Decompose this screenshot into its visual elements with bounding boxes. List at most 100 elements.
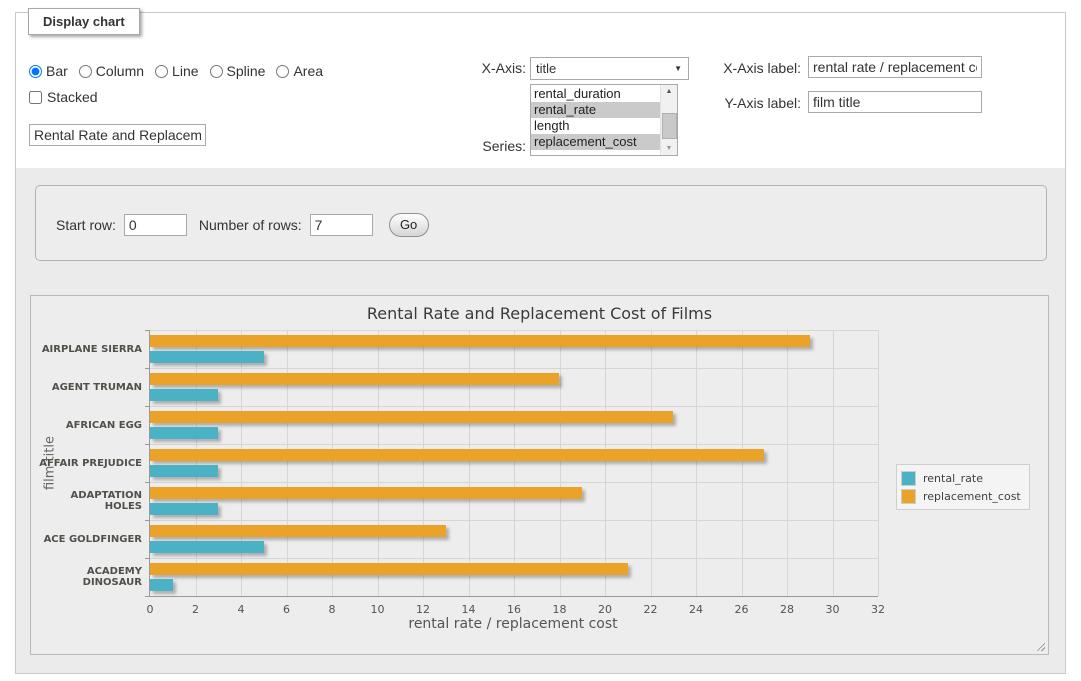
x-tick-label: 30 — [826, 603, 840, 616]
category-row: AFRICAN EGG — [150, 406, 878, 444]
x-tick-label: 4 — [238, 603, 245, 616]
series-multiselect[interactable]: rental_durationrental_ratelengthreplacem… — [530, 84, 678, 156]
series-option-rental_rate[interactable]: rental_rate — [531, 102, 661, 118]
x-tick-label: 16 — [507, 603, 521, 616]
x-axis-label-field-label: X-Axis label: — [676, 60, 801, 76]
category-label: AFFAIR PREJUDICE — [34, 444, 142, 482]
bar-rental_rate — [150, 351, 264, 363]
category-row: AGENT TRUMAN — [150, 368, 878, 406]
legend-label: rental_rate — [923, 472, 983, 485]
number-of-rows-input[interactable] — [310, 214, 373, 236]
bar-rental_rate — [150, 579, 173, 591]
x-tick-label: 20 — [598, 603, 612, 616]
x-tick-label: 22 — [644, 603, 658, 616]
legend-item: replacement_cost — [901, 487, 1021, 505]
row-range-panel: Start row: Number of rows: Go — [35, 185, 1047, 261]
category-label: AFRICAN EGG — [34, 406, 142, 444]
chart-legend: rental_rate replacement_cost — [896, 464, 1030, 510]
radio-label: Area — [293, 63, 323, 79]
radio-area[interactable] — [276, 65, 289, 78]
radio-column[interactable] — [79, 65, 92, 78]
number-of-rows-label: Number of rows: — [199, 217, 302, 233]
bar-replacement_cost — [150, 373, 559, 385]
chart-title-input[interactable] — [29, 124, 206, 146]
chart-type-option-bar[interactable]: Bar — [29, 63, 68, 79]
radio-bar[interactable] — [29, 65, 42, 78]
y-axis-label-input[interactable] — [808, 91, 982, 113]
x-tick-label: 10 — [371, 603, 385, 616]
scroll-up-icon[interactable]: ▲ — [661, 85, 677, 98]
radio-spline[interactable] — [210, 65, 223, 78]
x-tick-label: 24 — [689, 603, 703, 616]
category-row: AFFAIR PREJUDICE — [150, 444, 878, 482]
stacked-label: Stacked — [47, 89, 98, 105]
bar-replacement_cost — [150, 335, 810, 347]
category-row: ACE GOLDFINGER — [150, 520, 878, 558]
resize-handle-icon[interactable] — [1034, 640, 1045, 651]
chart-container: Rental Rate and Replacement Cost of Film… — [30, 295, 1049, 655]
category-row: ADAPTATION HOLES — [150, 482, 878, 520]
category-label: AIRPLANE SIERRA — [34, 330, 142, 368]
display-chart-fieldset: Display chart BarColumnLineSplineArea St… — [15, 12, 1066, 674]
y-axis-tick — [145, 596, 150, 597]
radio-label: Line — [172, 63, 198, 79]
bar-replacement_cost — [150, 449, 764, 461]
plot-area: 02468101214161820222426283032AIRPLANE SI… — [149, 330, 878, 597]
radio-label: Bar — [46, 63, 68, 79]
bar-replacement_cost — [150, 525, 446, 537]
x-tick-label: 32 — [871, 603, 885, 616]
bar-rental_rate — [150, 465, 218, 477]
legend-item: rental_rate — [901, 469, 1021, 487]
bar-rental_rate — [150, 503, 218, 515]
category-row: AIRPLANE SIERRA — [150, 330, 878, 368]
bar-replacement_cost — [150, 487, 582, 499]
x-tick-label: 6 — [283, 603, 290, 616]
radio-line[interactable] — [155, 65, 168, 78]
legend-swatch — [901, 489, 916, 504]
x-tick-label: 14 — [462, 603, 476, 616]
chart-type-option-column[interactable]: Column — [79, 63, 144, 79]
series-option-replacement_cost[interactable]: replacement_cost — [531, 134, 661, 150]
x-axis-title: rental rate / replacement cost — [149, 616, 877, 632]
x-tick-label: 28 — [780, 603, 794, 616]
y-axis-label-field-label: Y-Axis label: — [676, 95, 801, 111]
category-label: ADAPTATION HOLES — [34, 482, 142, 520]
bar-rental_rate — [150, 427, 218, 439]
x-tick-label: 2 — [192, 603, 199, 616]
start-row-input[interactable] — [124, 214, 187, 236]
x-tick-label: 18 — [553, 603, 567, 616]
chart-type-option-spline[interactable]: Spline — [210, 63, 266, 79]
bar-rental_rate — [150, 541, 264, 553]
start-row-label: Start row: — [56, 217, 116, 233]
chart-type-option-area[interactable]: Area — [276, 63, 323, 79]
gridline-vertical — [878, 330, 879, 596]
x-axis-label-input[interactable] — [808, 56, 982, 78]
scrollbar-thumb[interactable] — [662, 113, 677, 139]
x-axis-select[interactable]: title ▼ — [530, 57, 689, 80]
x-tick-label: 26 — [735, 603, 749, 616]
stacked-checkbox-row[interactable]: Stacked — [29, 89, 98, 105]
x-axis-selected-value: title — [536, 61, 556, 76]
go-button[interactable]: Go — [389, 213, 429, 237]
fieldset-legend: Display chart — [28, 8, 140, 35]
bar-replacement_cost — [150, 411, 673, 423]
series-option-rental_duration[interactable]: rental_duration — [531, 86, 661, 102]
radio-label: Spline — [227, 63, 266, 79]
chart-type-option-line[interactable]: Line — [155, 63, 198, 79]
stacked-checkbox[interactable] — [29, 91, 42, 104]
x-axis-select-label: X-Axis: — [436, 60, 526, 76]
category-label: AGENT TRUMAN — [34, 368, 142, 406]
legend-label: replacement_cost — [923, 490, 1021, 503]
x-tick-label: 8 — [329, 603, 336, 616]
x-tick-label: 0 — [147, 603, 154, 616]
category-label: ACE GOLDFINGER — [34, 520, 142, 558]
bar-replacement_cost — [150, 563, 628, 575]
radio-label: Column — [96, 63, 144, 79]
legend-swatch — [901, 471, 916, 486]
series-option-length[interactable]: length — [531, 118, 661, 134]
scroll-down-icon[interactable]: ▼ — [661, 142, 677, 155]
series-scrollbar[interactable]: ▲ ▼ — [660, 85, 677, 155]
category-row: ACADEMY DINOSAUR — [150, 558, 878, 596]
series-select-label: Series: — [436, 138, 526, 154]
category-label: ACADEMY DINOSAUR — [34, 558, 142, 596]
